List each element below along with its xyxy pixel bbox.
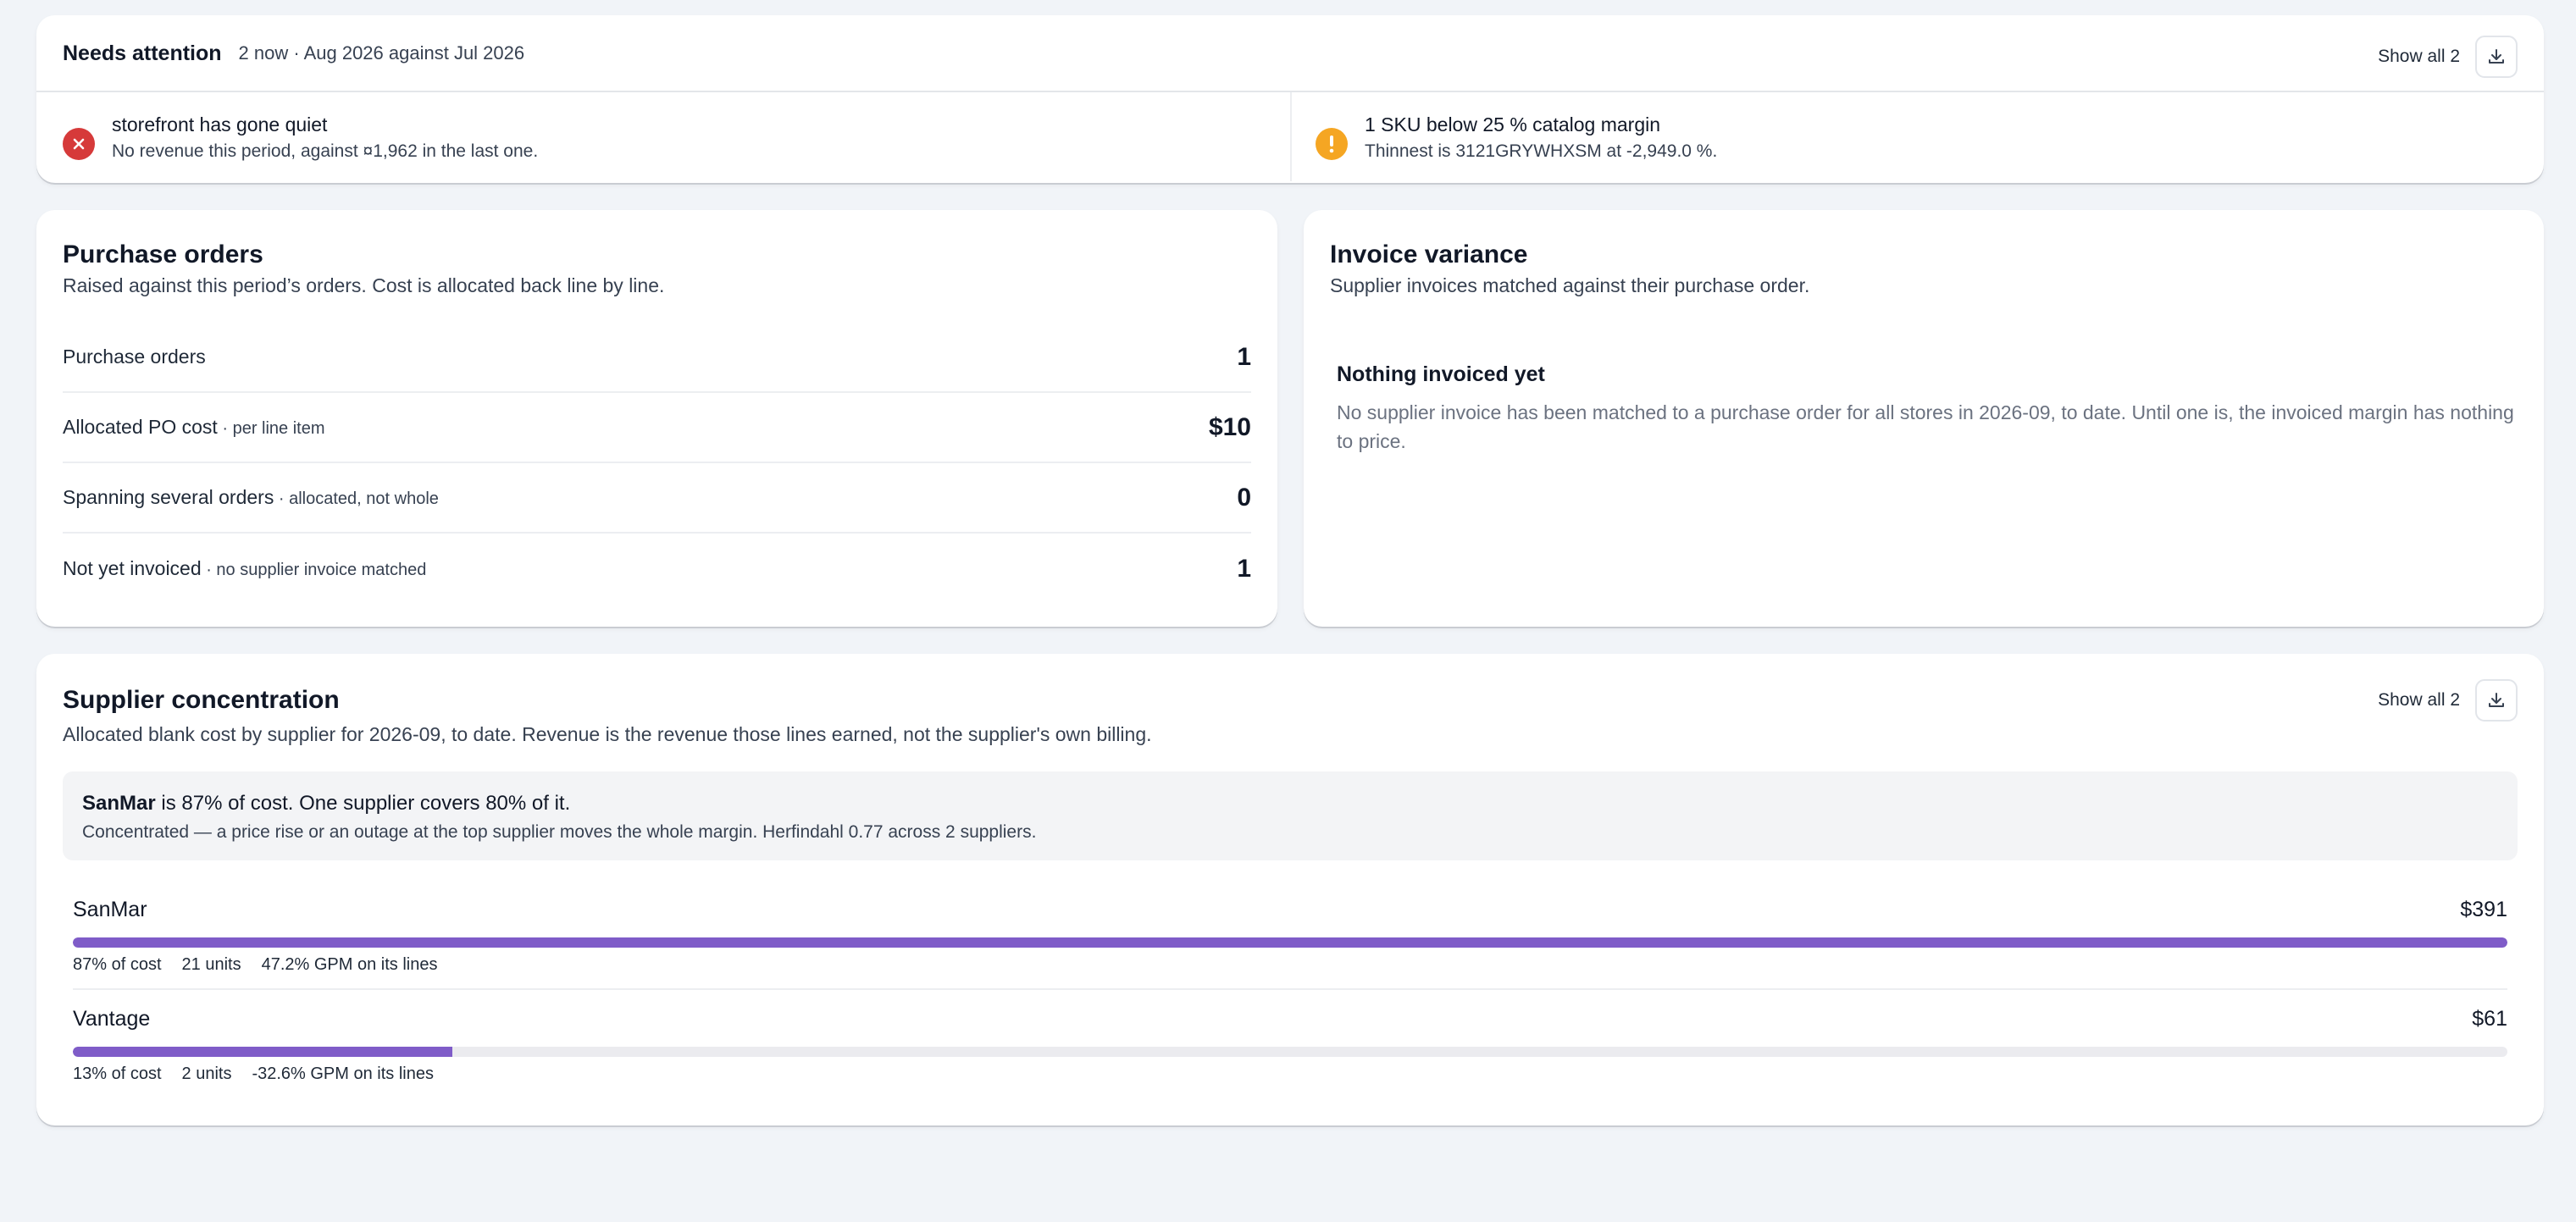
alert-description: No revenue this period, against ¤1,962 i… bbox=[112, 141, 539, 161]
invoice-variance-subtitle: Supplier invoices matched against their … bbox=[1330, 274, 1810, 296]
po-metric-row: Allocated PO cost · per line item $10 bbox=[63, 393, 1251, 463]
download-icon bbox=[2489, 693, 2504, 707]
purchase-orders-title: Purchase orders bbox=[63, 241, 263, 268]
po-metric-hint: · no supplier invoice matched bbox=[201, 561, 427, 579]
show-all-suppliers-link[interactable]: Show all 2 bbox=[2378, 690, 2460, 711]
show-all-alerts-link[interactable]: Show all 2 bbox=[2378, 47, 2460, 67]
po-metric-label: Not yet invoiced · no supplier invoice m… bbox=[63, 557, 426, 580]
supplier-meta: 87% of cost 21 units 47.2% GPM on its li… bbox=[73, 955, 2507, 975]
po-metric-row: Spanning several orders · allocated, not… bbox=[63, 463, 1251, 534]
invoice-variance-card: Invoice variance Supplier invoices match… bbox=[1304, 210, 2544, 627]
po-metric-row: Not yet invoiced · no supplier invoice m… bbox=[63, 534, 1251, 604]
supplier-meta: 13% of cost 2 units -32.6% GPM on its li… bbox=[73, 1064, 2507, 1084]
po-metric-hint: · per line item bbox=[217, 419, 325, 438]
po-metric-name: Not yet invoiced bbox=[63, 557, 202, 579]
supplier-concentration-card: Supplier concentration Allocated blank c… bbox=[36, 654, 2544, 1125]
po-metric-name: Purchase orders bbox=[63, 346, 206, 368]
po-metric-value: 1 bbox=[1237, 554, 1251, 583]
divider bbox=[1290, 92, 1292, 181]
needs-attention-subtitle: 2 now · Aug 2026 against Jul 2026 bbox=[238, 42, 525, 64]
supplier-share-fill bbox=[73, 1047, 453, 1057]
supplier-row[interactable]: Vantage $61 13% of cost 2 units -32.6% G… bbox=[73, 1007, 2507, 1084]
supplier-amount: $391 bbox=[2460, 898, 2507, 921]
po-metric-label: Purchase orders bbox=[63, 346, 206, 368]
needs-attention-card: Needs attention 2 now · Aug 2026 against… bbox=[36, 15, 2544, 183]
supplier-units: 2 units bbox=[181, 1064, 232, 1083]
po-metric-label: Allocated PO cost · per line item bbox=[63, 416, 325, 439]
supplier-units: 21 units bbox=[181, 955, 241, 974]
divider bbox=[73, 988, 2507, 990]
download-alerts-button[interactable] bbox=[2475, 36, 2518, 78]
purchase-orders-subtitle: Raised against this period’s orders. Cos… bbox=[63, 274, 665, 296]
empty-state-title: Nothing invoiced yet bbox=[1337, 362, 1545, 386]
po-metric-hint: · allocated, not whole bbox=[274, 489, 439, 508]
callout-detail: Concentrated — a price rise or an outage… bbox=[82, 822, 1037, 842]
alert-description: Thinnest is 3121GRYWHXSM at -2,949.0 %. bbox=[1365, 141, 1718, 161]
supplier-concentration-title: Supplier concentration bbox=[63, 686, 340, 714]
empty-state-description: No supplier invoice has been matched to … bbox=[1337, 401, 2514, 452]
supplier-actions: Show all 2 bbox=[2378, 679, 2518, 722]
concentration-callout: SanMar is 87% of cost. One supplier cove… bbox=[63, 771, 2518, 860]
invoice-variance-title: Invoice variance bbox=[1330, 241, 1528, 268]
supplier-row-header: Vantage $61 bbox=[73, 1007, 2507, 1036]
needs-attention-header: Needs attention 2 now · Aug 2026 against… bbox=[63, 15, 2518, 91]
po-metric-value: 1 bbox=[1237, 342, 1251, 371]
supplier-share-bar bbox=[73, 937, 2507, 948]
supplier-cost-share: 13% of cost bbox=[73, 1064, 162, 1083]
supplier-cost-share: 87% of cost bbox=[73, 955, 162, 974]
po-metric-label: Spanning several orders · allocated, not… bbox=[63, 486, 439, 509]
po-metric-name: Allocated PO cost bbox=[63, 416, 218, 438]
download-icon bbox=[2489, 49, 2504, 64]
supplier-name: Vantage bbox=[73, 1007, 151, 1031]
supplier-gpm: 47.2% GPM on its lines bbox=[261, 955, 438, 974]
purchase-orders-card: Purchase orders Raised against this peri… bbox=[36, 210, 1277, 627]
download-suppliers-button[interactable] bbox=[2475, 679, 2518, 722]
callout-headline: SanMar is 87% of cost. One supplier cove… bbox=[82, 790, 2498, 817]
po-metric-value: $10 bbox=[1208, 412, 1251, 441]
supplier-row[interactable]: SanMar $391 87% of cost 21 units 47.2% G… bbox=[73, 898, 2507, 975]
po-metric-row: Purchase orders 1 bbox=[63, 323, 1251, 393]
alert-sku-margin[interactable]: 1 SKU below 25 % catalog margin Thinnest… bbox=[1316, 111, 1717, 165]
supplier-name: SanMar bbox=[73, 898, 147, 921]
callout-headline-text: is 87% of cost. One supplier covers 80% … bbox=[155, 792, 571, 815]
supplier-row-header: SanMar $391 bbox=[73, 898, 2507, 926]
warning-exclamation-icon bbox=[1316, 128, 1348, 160]
supplier-share-bar bbox=[73, 1047, 2507, 1057]
error-x-icon bbox=[63, 128, 95, 160]
alert-storefront-quiet[interactable]: storefront has gone quiet No revenue thi… bbox=[63, 111, 538, 165]
needs-attention-title: Needs attention bbox=[63, 41, 222, 65]
supplier-share-fill bbox=[73, 937, 2507, 948]
needs-attention-actions: Show all 2 bbox=[2378, 36, 2518, 78]
po-metric-value: 0 bbox=[1237, 483, 1251, 511]
supplier-gpm: -32.6% GPM on its lines bbox=[252, 1064, 434, 1083]
supplier-concentration-subtitle: Allocated blank cost by supplier for 202… bbox=[63, 723, 1152, 745]
top-supplier-name: SanMar bbox=[82, 792, 156, 815]
supplier-amount: $61 bbox=[2472, 1007, 2507, 1031]
alert-title: 1 SKU below 25 % catalog margin bbox=[1365, 113, 1661, 135]
po-metric-name: Spanning several orders bbox=[63, 486, 274, 508]
alert-title: storefront has gone quiet bbox=[112, 113, 328, 135]
